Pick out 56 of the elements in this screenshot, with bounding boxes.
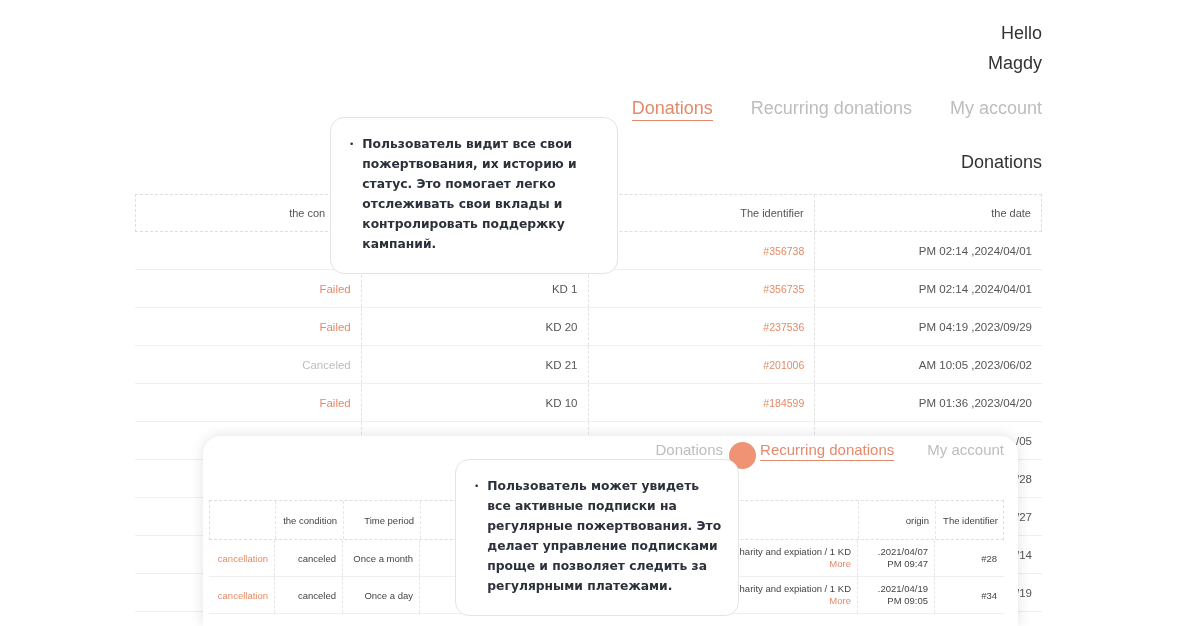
status-text: Failed (319, 320, 351, 333)
table-cell: KD 20 (545, 320, 578, 333)
table-cell: AM 10:05 ,2023/06/02 (918, 358, 1032, 371)
table-cell: Once a month (353, 552, 413, 564)
nav-tab[interactable]: Recurring donations (760, 442, 895, 461)
column-header: Time period (364, 514, 414, 526)
nav-tab[interactable]: My account (949, 98, 1042, 121)
user-name: Magdy (987, 52, 1042, 74)
nav-tab[interactable]: Recurring donations (750, 98, 912, 121)
table-cell: KD 10 (545, 396, 578, 409)
column-header: The identifier (943, 514, 998, 526)
table-cell: PM 01:36 ,2023/04/20 (918, 396, 1032, 409)
bullet-mark: • (349, 138, 355, 151)
column-header: the date (991, 207, 1031, 219)
identifier-link[interactable]: #201006 (763, 358, 805, 371)
page-title: Donations (960, 151, 1042, 173)
table-cell: KD 21 (545, 358, 578, 371)
table-cell: Once a day (364, 589, 413, 601)
table-cell: PM 09:05 (887, 595, 928, 607)
highlight-dot (729, 442, 757, 469)
greeting-text: Hello (1000, 22, 1042, 44)
table-cell: canceled (297, 589, 336, 601)
table-cell: PM 02:14 ,2024/04/01 (918, 244, 1032, 257)
callout-text: Пользователь видит все свои пожертвования, их историю и статус. Это помогает легко отслеживать свои вклады и контролировать поддержку кампаний. (362, 136, 578, 253)
column-header: origin (905, 514, 929, 526)
nav-tab[interactable]: Donations (631, 98, 713, 121)
callout-text: Пользователь может увидеть все активные подписки на регулярные пожертвования. Это делает управление подписками проще и позволяет следить за регулярными платежами. (487, 478, 723, 595)
more-link[interactable]: More (829, 558, 851, 570)
table-cell: KD 1 (551, 282, 578, 295)
more-link[interactable]: More (829, 595, 851, 607)
table-cell: .2021/04/19 (877, 583, 928, 595)
identifier-link[interactable]: #184599 (763, 396, 805, 409)
identifier-link[interactable]: #356735 (763, 282, 805, 295)
table-cell: #28 (981, 552, 997, 564)
bullet-mark: • (474, 480, 480, 493)
identifier-link[interactable]: #237536 (763, 320, 805, 333)
identifier-link[interactable]: #356738 (763, 244, 805, 257)
table-cell: PM 09:47 (887, 558, 928, 570)
status-text: Failed (319, 396, 351, 409)
table-cell: PM 02:14 ,2024/04/01 (918, 282, 1032, 295)
nav-tab[interactable]: Donations (655, 442, 724, 461)
table-cell: /05 (1016, 434, 1032, 447)
status-text: Failed (319, 282, 351, 295)
table-cell: harity and expiation / 1 KD (739, 583, 851, 595)
column-header: the condition (283, 514, 337, 526)
cancel-link[interactable]: cancellation (217, 589, 268, 601)
table-cell: .2021/04/07 (877, 546, 928, 558)
column-header: The identifier (740, 207, 804, 219)
table-cell: canceled (297, 552, 336, 564)
column-header: the con (289, 207, 326, 219)
table-cell: harity and expiation / 1 KD (739, 546, 851, 558)
nav-tab[interactable]: My account (927, 442, 1004, 461)
table-cell: #34 (981, 589, 997, 601)
table-cell: PM 04:19 ,2023/09/29 (918, 320, 1032, 333)
status-text: Canceled (302, 358, 351, 371)
cancel-link[interactable]: cancellation (217, 552, 268, 564)
